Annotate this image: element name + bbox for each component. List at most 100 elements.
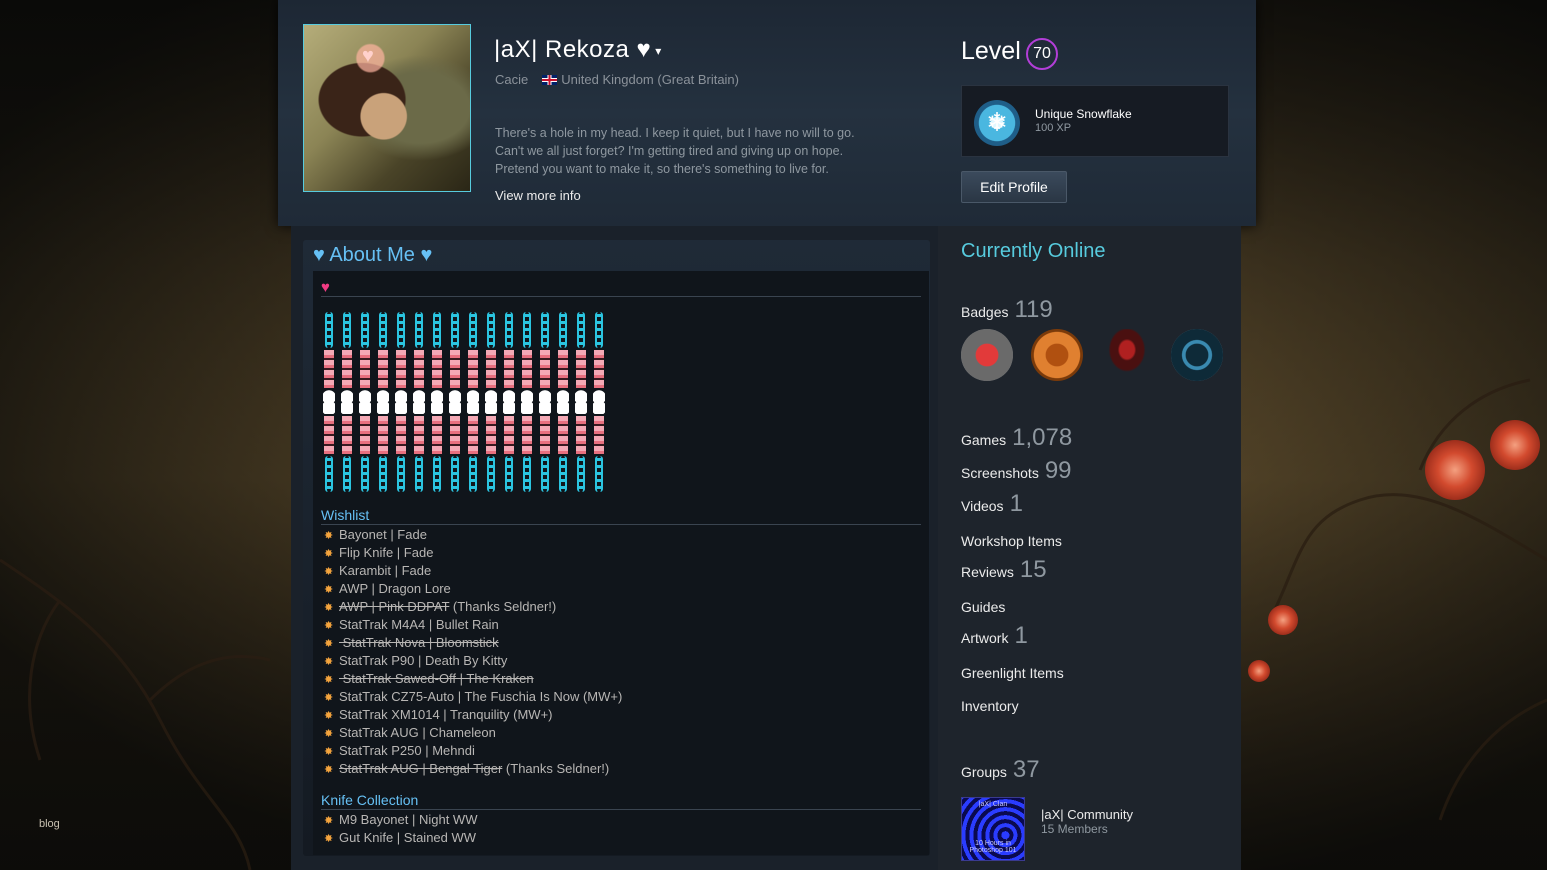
knife-collection-heading: Knife Collection (321, 792, 419, 808)
stat-link-inventory[interactable]: Inventory (961, 690, 1025, 718)
stat-link-guides[interactable]: Guides (961, 591, 1011, 619)
star-bullet-icon: ✸ (324, 638, 334, 650)
stat-label: Reviews (961, 564, 1014, 580)
summary-line: Can't we all just forget? I'm getting ti… (495, 144, 844, 158)
knife-item: ✸ Gut Knife | Stained WW (324, 829, 477, 847)
wishlist-heading: Wishlist (321, 507, 370, 523)
level-badge[interactable]: 70 (1026, 38, 1058, 70)
wishlist-item: ✸ AWP | Dragon Lore (324, 580, 622, 598)
star-bullet-icon: ✸ (324, 602, 334, 614)
shield-emblem-badge-icon[interactable] (1171, 329, 1223, 381)
divider (321, 296, 921, 297)
stat-count: 1 (1014, 622, 1028, 649)
wishlist-item: ✸ StatTrak XM1014 | Tranquility (MW+) (324, 706, 622, 724)
star-bullet-icon: ✸ (324, 530, 334, 542)
stat-label: Greenlight Items (961, 665, 1064, 681)
ascii-art-column (467, 312, 479, 492)
profile-header: ♥ |aX| Rekoza ♥ ▾ Cacie United Kingdom (Gr… (278, 0, 1256, 226)
star-bullet-icon: ✸ (324, 746, 334, 758)
ascii-art-column (395, 312, 407, 492)
group-avatar-top-text: |aX| Clan (978, 801, 1008, 808)
wishlist-item: ✸ StatTrak P90 | Death By Kitty (324, 652, 622, 670)
red-flower (1425, 440, 1485, 500)
wishlist-item: ✸ Karambit | Fade (324, 562, 622, 580)
wishlist-item: ✸ StatTrak M4A4 | Bullet Rain (324, 616, 622, 634)
favorite-badge-title: Unique Snowflake (1035, 107, 1132, 121)
wishlist-item-struck: AWP | Pink DDPAT (339, 599, 450, 614)
stat-link-screenshots[interactable]: Screenshots 99 (961, 457, 1072, 485)
wishlist-item: ✸ StatTrak AUG | Bengal Tiger (Thanks Sel… (324, 760, 622, 778)
groups-link[interactable]: Groups 37 (961, 756, 1040, 784)
wishlist-item: ✸ StatTrak Nova | Bloomstick (324, 634, 622, 652)
heart-icon: ♥ (362, 45, 374, 67)
level-label: Level (961, 37, 1021, 65)
stat-count: 1,078 (1012, 424, 1073, 451)
wishlist-item: ✸ StatTrak CZ75-Auto | The Fuschia Is Now… (324, 688, 622, 706)
gear-pickaxe-badge-icon[interactable] (1031, 329, 1083, 381)
heart-badge-icon[interactable] (961, 329, 1013, 381)
stat-label: Games (961, 432, 1007, 448)
persona-name-text: |aX| Rekoza ♥ (494, 36, 652, 63)
wishlist-item-note: (Thanks Seldner!) (502, 761, 610, 776)
stat-link-greenlight-items[interactable]: Greenlight Items (961, 657, 1070, 685)
wishlist-item-text: Flip Knife | Fade (339, 545, 434, 560)
divider (321, 524, 921, 525)
view-more-info-link[interactable]: View more info (495, 188, 581, 203)
country: United Kingdom (Great Britain) (561, 72, 739, 87)
stat-link-artwork[interactable]: Artwork 1 (961, 622, 1028, 650)
wishlist-item: ✸ StatTrak Sawed-Off | The Kraken (324, 670, 622, 688)
stat-link-videos[interactable]: Videos 1 (961, 490, 1023, 518)
wishlist-item: ✸ StatTrak P250 | Mehndi (324, 742, 622, 760)
summary-line: Pretend you want to make it, so there's … (495, 162, 829, 176)
knife-item-text: Gut Knife | Stained WW (339, 830, 477, 845)
badges-link[interactable]: Badges 119 (961, 296, 1053, 324)
real-name-location: Cacie United Kingdom (Great Britain) (495, 72, 739, 87)
summary-line: There's a hole in my head. I keep it qui… (495, 126, 855, 140)
wishlist-item-text: StatTrak AUG | Chameleon (339, 725, 496, 740)
stat-count: 99 (1044, 457, 1072, 484)
stat-link-workshop-items[interactable]: Workshop Items (961, 525, 1068, 553)
persona-name[interactable]: |aX| Rekoza ♥ ▾ (494, 36, 662, 64)
stat-count: 15 (1019, 556, 1047, 583)
stat-label: Workshop Items (961, 533, 1062, 549)
wishlist-item-text: StatTrak M4A4 | Bullet Rain (339, 617, 499, 632)
wishlist-item-struck: StatTrak Nova | Bloomstick (339, 635, 499, 650)
ascii-art-column (413, 312, 425, 492)
ascii-art-column (485, 312, 497, 492)
knife-item: ✸ M9 Bayonet | Night WW (324, 811, 477, 829)
group-avatar[interactable]: |aX| Clan 10 Hours in Photoshop 101 (961, 797, 1025, 861)
badges-count: 119 (1014, 296, 1053, 323)
blog-link[interactable]: blog (39, 818, 60, 830)
stat-link-games[interactable]: Games 1,078 (961, 424, 1072, 452)
ascii-art-column (323, 312, 335, 492)
red-flower (1268, 605, 1298, 635)
stat-link-reviews[interactable]: Reviews 15 (961, 556, 1047, 584)
groups-label: Groups (961, 764, 1007, 780)
name-history-caret-icon[interactable]: ▾ (655, 44, 662, 58)
star-bullet-icon: ✸ (324, 674, 334, 686)
edit-profile-button[interactable]: Edit Profile (961, 171, 1067, 203)
character-badge-icon[interactable] (1101, 329, 1153, 381)
star-bullet-icon: ✸ (324, 815, 334, 827)
favorite-badge-xp: 100 XP (1035, 122, 1072, 134)
ascii-art-column (539, 312, 551, 492)
group-name[interactable]: |aX| Community (1041, 807, 1133, 822)
ascii-art-column (431, 312, 443, 492)
ascii-art-column (377, 312, 389, 492)
wishlist-item-struck: StatTrak AUG | Bengal Tiger (339, 761, 503, 776)
wishlist-item-text: StatTrak XM1014 | Tranquility (MW+) (339, 707, 553, 722)
wishlist-item-text: Bayonet | Fade (339, 527, 427, 542)
real-name: Cacie (495, 72, 529, 87)
red-flower (1248, 660, 1270, 682)
star-bullet-icon: ✸ (324, 566, 334, 578)
star-bullet-icon: ✸ (324, 710, 334, 722)
star-bullet-icon: ✸ (324, 728, 334, 740)
star-bullet-icon: ✸ (324, 548, 334, 560)
wishlist-item: ✸ Flip Knife | Fade (324, 544, 622, 562)
favorite-badge[interactable]: ❄ Unique Snowflake 100 XP (961, 85, 1229, 157)
star-bullet-icon: ✸ (324, 584, 334, 596)
profile-avatar[interactable]: ♥ (303, 24, 471, 192)
pixel-heart-icon: ♥ (321, 279, 330, 296)
wishlist-item: ✸ Bayonet | Fade (324, 526, 622, 544)
knife-item-text: M9 Bayonet | Night WW (339, 812, 478, 827)
